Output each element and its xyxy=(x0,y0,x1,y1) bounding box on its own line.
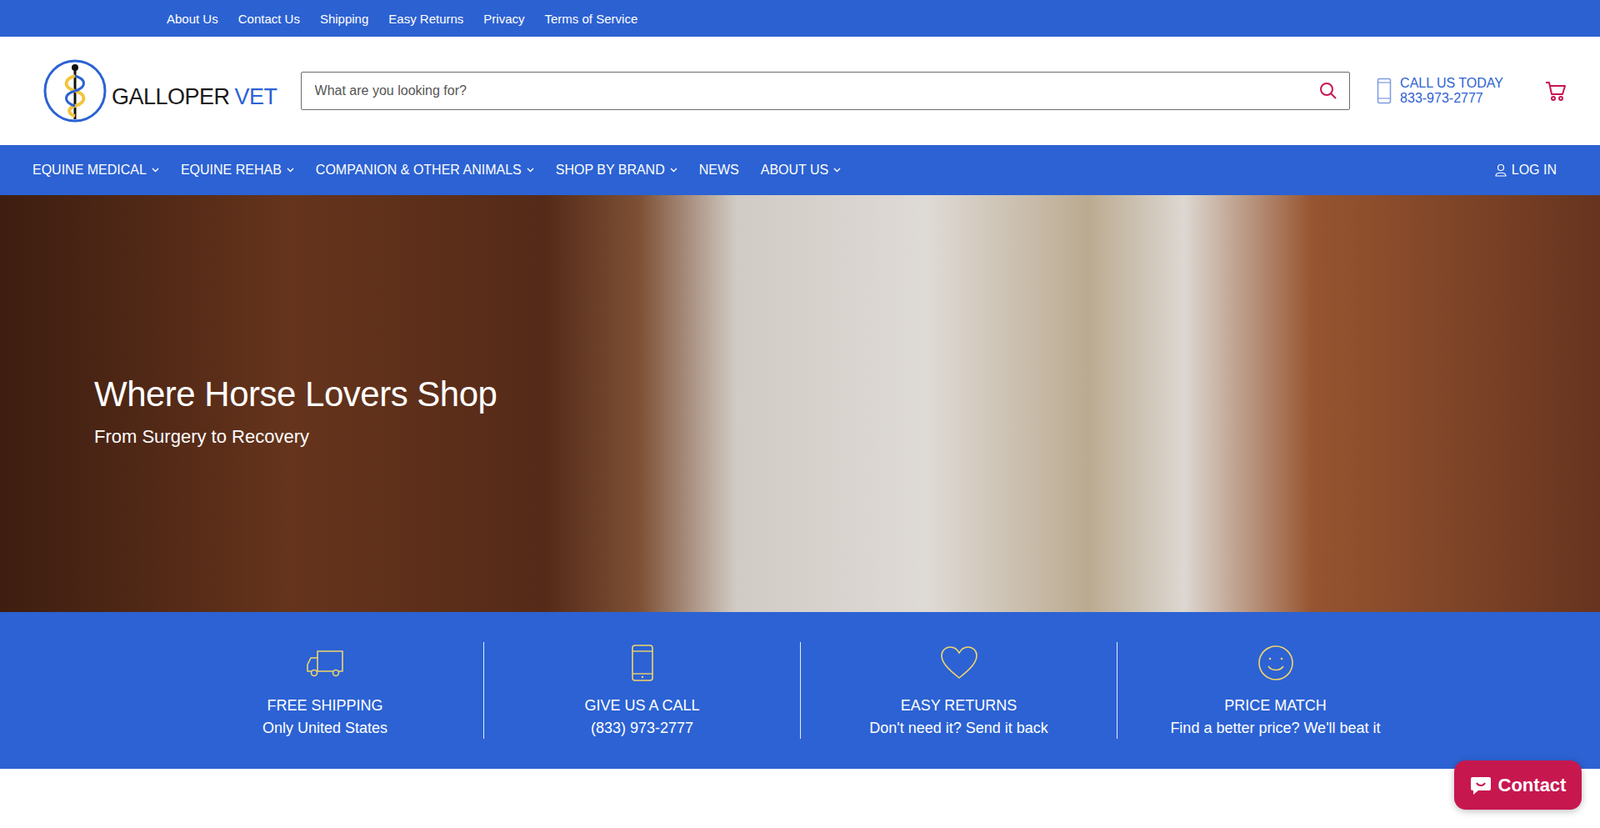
feature-text: Don't need it? Send it back xyxy=(869,719,1049,737)
truck-icon xyxy=(305,643,345,682)
feature-text: Only United States xyxy=(262,719,388,737)
phone-icon xyxy=(630,643,655,682)
smile-icon xyxy=(1257,643,1295,682)
feature: GIVE US A CALL (833) 973-2777 xyxy=(483,641,800,739)
call-phone[interactable]: 833-973-2777 xyxy=(1400,90,1504,106)
logo[interactable]: GALLOPERVET xyxy=(41,57,278,125)
chat-icon xyxy=(1470,775,1492,795)
feature-title: PRICE MATCH xyxy=(1224,696,1327,715)
chevron-down-icon xyxy=(151,167,160,173)
nav-item[interactable]: ABOUT US xyxy=(760,162,842,178)
nav-item[interactable]: SHOP BY BRAND xyxy=(555,162,678,178)
top-link[interactable]: Easy Returns xyxy=(388,11,464,26)
phone-icon xyxy=(1376,77,1392,105)
user-icon xyxy=(1495,163,1507,177)
feature-title: EASY RETURNS xyxy=(900,696,1018,715)
nav-item[interactable]: EQUINE MEDICAL xyxy=(32,162,160,178)
login-link[interactable]: LOG IN xyxy=(1495,162,1557,178)
hero-banner: Where Horse Lovers Shop From Surgery to R… xyxy=(0,195,1600,612)
call-us[interactable]: CALL US TODAY833-973-2777 xyxy=(1376,75,1504,107)
caduceus-icon xyxy=(41,57,109,125)
top-link[interactable]: Shipping xyxy=(320,11,369,26)
top-link[interactable]: Privacy xyxy=(483,11,525,26)
nav-item[interactable]: COMPANION & OTHER ANIMALS xyxy=(315,162,535,178)
feature-title: FREE SHIPPING xyxy=(266,696,383,715)
top-link[interactable]: Terms of Service xyxy=(545,11,639,26)
search-input[interactable] xyxy=(313,82,1320,100)
chevron-down-icon xyxy=(526,167,535,173)
chevron-down-icon xyxy=(286,167,295,173)
top-bar: About Us Contact Us Shipping Easy Returns Pr… xyxy=(0,0,1600,37)
feature-title: GIVE US A CALL xyxy=(584,696,700,715)
chevron-down-icon xyxy=(833,167,841,173)
contact-chat-button[interactable]: Contact xyxy=(1454,760,1582,810)
header: GALLOPERVET CALL US TODAY833-973-2777 xyxy=(0,36,1600,145)
nav-item[interactable]: EQUINE REHAB xyxy=(180,162,295,178)
cart-icon[interactable] xyxy=(1545,80,1567,102)
feature-text: (833) 973-2777 xyxy=(590,719,694,737)
feature: FREE SHIPPING Only United States xyxy=(166,641,484,739)
logo-text: GALLOPERVET xyxy=(111,84,278,110)
hero-title: Where Horse Lovers Shop xyxy=(94,374,1600,415)
search-icon[interactable] xyxy=(1319,81,1338,100)
top-link[interactable]: Contact Us xyxy=(238,11,300,26)
feature-text: Find a better price? We'll beat it xyxy=(1170,719,1380,737)
heart-icon xyxy=(940,643,979,682)
hero-subtitle: From Surgery to Recovery xyxy=(94,425,1600,448)
top-link[interactable]: About Us xyxy=(166,11,219,26)
page: About Us Contact Us Shipping Easy Returns Pr… xyxy=(0,0,1600,828)
main-nav: EQUINE MEDICAL EQUINE REHAB COMPANION & OT… xyxy=(0,145,1600,195)
chevron-down-icon xyxy=(670,167,678,173)
search-field[interactable] xyxy=(300,71,1351,110)
feature: PRICE MATCH Find a better price? We'll be… xyxy=(1116,641,1434,739)
features-strip: FREE SHIPPING Only United States GIVE US A… xyxy=(0,611,1600,769)
call-label: CALL US TODAY xyxy=(1400,75,1504,91)
nav-item[interactable]: NEWS xyxy=(699,162,740,178)
feature: EASY RETURNS Don't need it? Send it back xyxy=(800,641,1117,739)
